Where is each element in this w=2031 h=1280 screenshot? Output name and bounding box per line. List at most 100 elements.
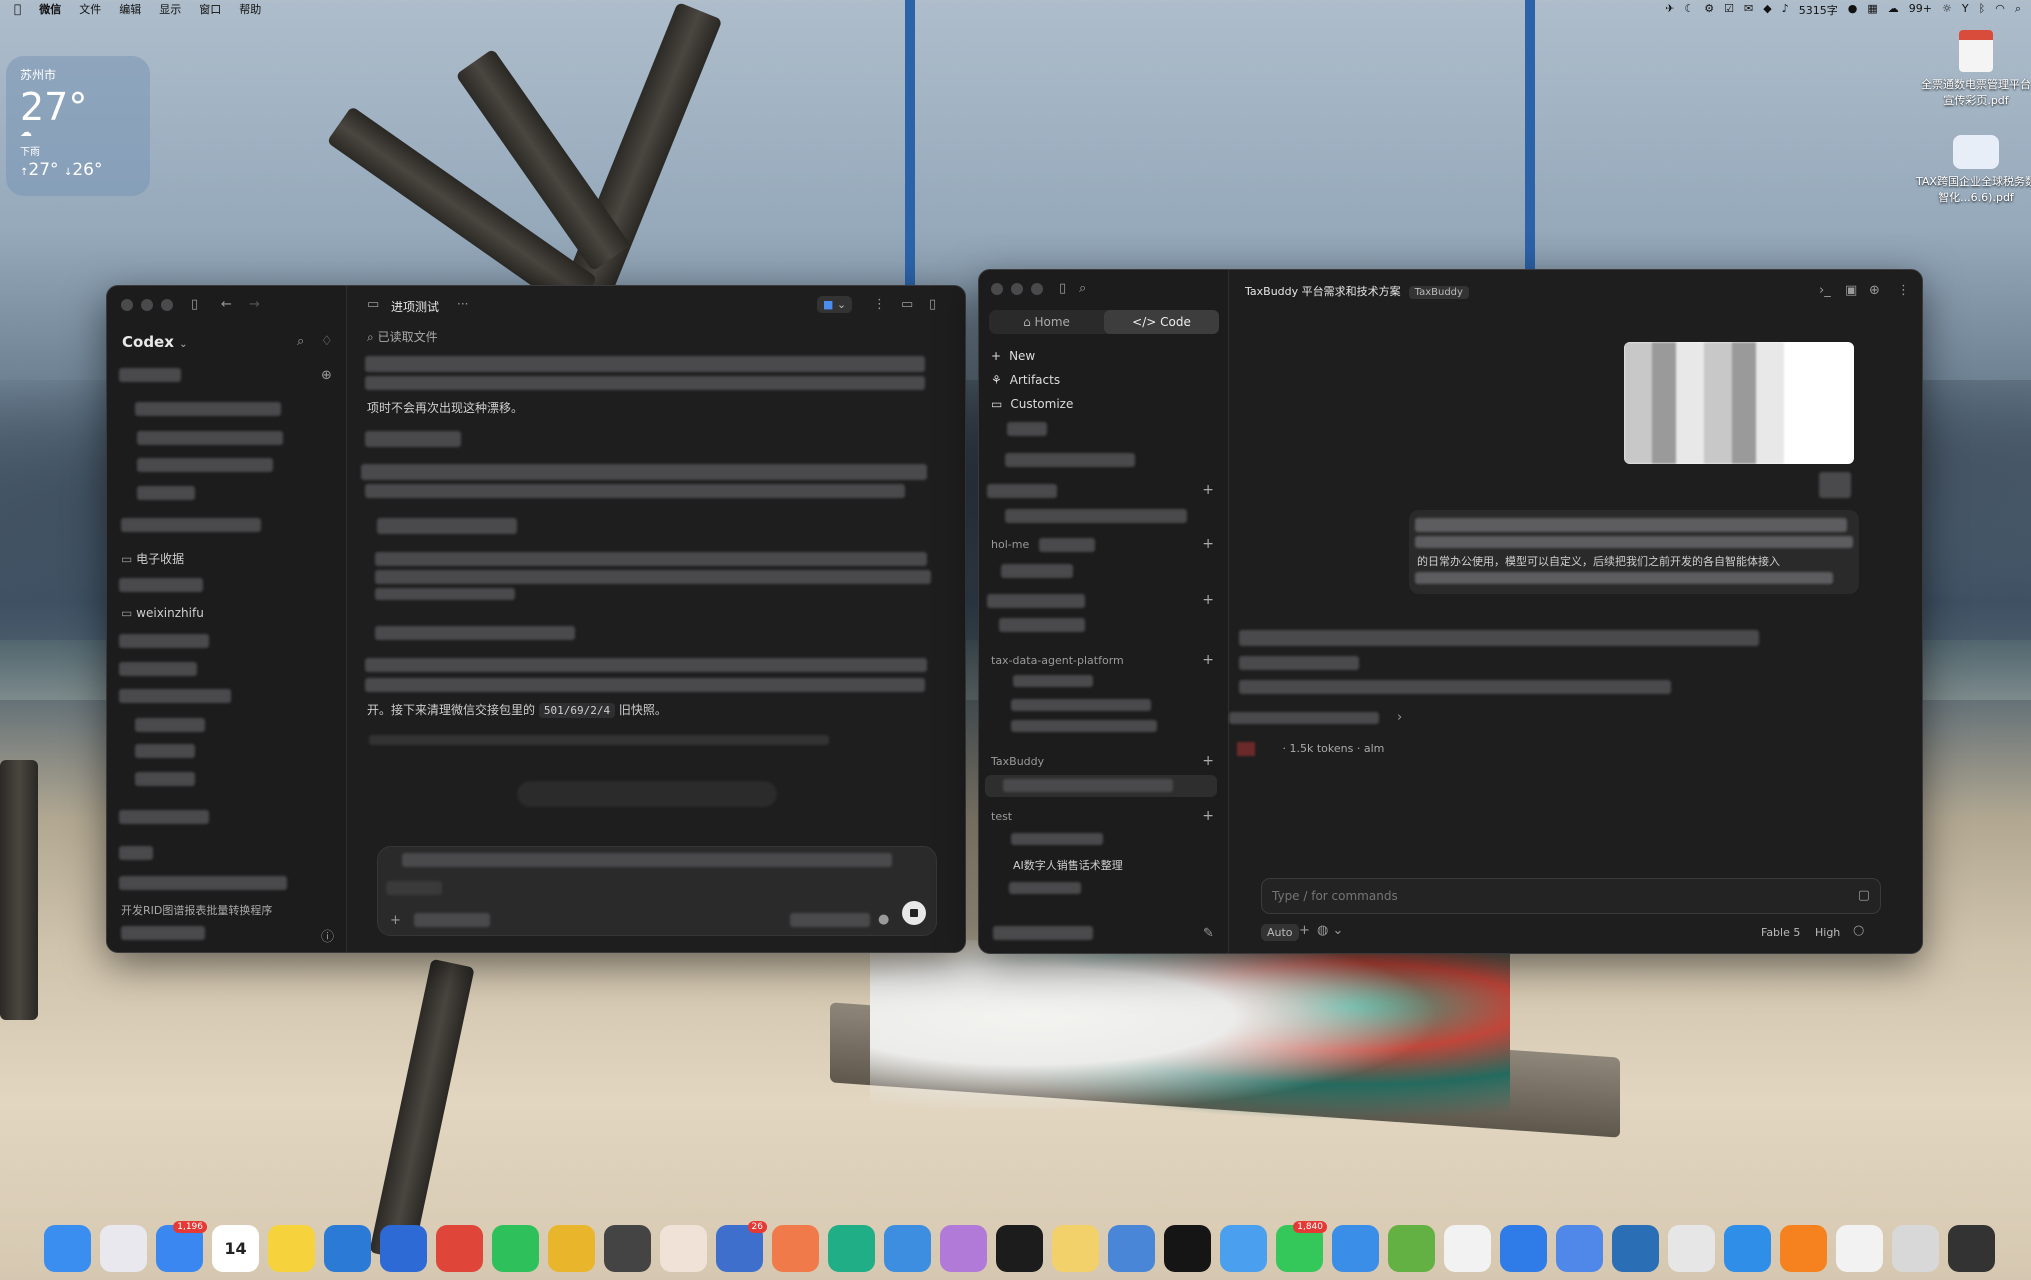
wechat-icon[interactable] xyxy=(492,1224,539,1272)
image-thumb[interactable] xyxy=(1819,472,1851,498)
sidebar-toggle-icon[interactable]: ▯ xyxy=(1059,281,1066,296)
mic-icon[interactable]: ◍ ⌄ xyxy=(1317,923,1343,938)
tiktok-icon[interactable]: ♪ xyxy=(1782,2,1789,18)
db-app-icon[interactable] xyxy=(1612,1224,1659,1272)
blue-app-icon[interactable] xyxy=(1108,1224,1155,1272)
forward-arrow-icon[interactable]: → xyxy=(249,297,260,312)
wifi-icon[interactable]: ◠ xyxy=(1995,2,2005,18)
mic-icon[interactable]: ● xyxy=(1848,2,1858,18)
nav-artifacts[interactable]: ⚘ Artifacts xyxy=(991,373,1060,387)
add-session-icon[interactable]: + xyxy=(1202,652,1214,668)
add-session-icon[interactable]: + xyxy=(1202,753,1214,769)
minimize-button[interactable] xyxy=(1011,283,1023,295)
thread-item[interactable] xyxy=(119,634,209,648)
diff-icon[interactable]: ⋮ xyxy=(873,297,886,312)
search-icon[interactable]: ⌕ xyxy=(297,334,304,349)
nav-customize[interactable]: ▭ Customize xyxy=(991,397,1073,411)
back-arrow-icon[interactable]: ← xyxy=(221,297,232,312)
terminal-icon[interactable]: ▭ xyxy=(901,297,913,312)
preview-1-icon[interactable] xyxy=(1836,1224,1883,1272)
wps-icon[interactable] xyxy=(436,1224,483,1272)
codex-composer[interactable]: + ● xyxy=(377,846,937,936)
notes-icon[interactable] xyxy=(268,1224,315,1272)
settings-icon[interactable]: ⚙ xyxy=(1704,2,1714,18)
bluetooth-icon[interactable]: ᛒ xyxy=(1979,2,1986,18)
thread-item[interactable] xyxy=(119,810,209,824)
command-input-field[interactable] xyxy=(1262,879,1822,913)
menu-help[interactable]: 帮助 xyxy=(239,1,261,17)
model-selector[interactable] xyxy=(414,913,490,927)
account-name[interactable] xyxy=(993,926,1093,940)
chevron-right-icon[interactable]: › xyxy=(1397,710,1402,725)
add-session-icon[interactable]: + xyxy=(1202,808,1214,824)
shield-icon[interactable]: ◆ xyxy=(1763,2,1771,18)
telegram-icon[interactable]: 26 xyxy=(716,1220,767,1272)
preview-3-icon[interactable] xyxy=(1948,1224,1995,1272)
account-name[interactable] xyxy=(121,926,205,940)
search-icon[interactable]: ⌕ xyxy=(2015,2,2021,18)
sidebar-toggle-icon[interactable]: ▯ xyxy=(191,297,198,312)
folder-weixinzhifu[interactable]: ▭ weixinzhifu xyxy=(121,606,204,620)
thread-item[interactable] xyxy=(135,402,281,416)
attached-image[interactable] xyxy=(1624,342,1854,464)
add-session-icon[interactable]: + xyxy=(1202,592,1214,608)
terminal-app-icon[interactable] xyxy=(1388,1224,1435,1272)
cloud-app-icon[interactable] xyxy=(1220,1224,1267,1272)
thread-title[interactable]: 进项测试 xyxy=(391,298,439,315)
yellow-app-icon[interactable] xyxy=(1052,1224,1099,1272)
preview-2-icon[interactable] xyxy=(1892,1224,1939,1272)
preview-icon[interactable]: ▣ xyxy=(1845,283,1857,298)
project-header[interactable] xyxy=(987,594,1085,608)
composer-text[interactable] xyxy=(386,881,442,895)
close-button[interactable] xyxy=(121,299,133,311)
thread-item[interactable] xyxy=(119,876,287,890)
zoom-button[interactable] xyxy=(161,299,173,311)
session-title[interactable]: TaxBuddy 平台需求和技术方案 xyxy=(1245,285,1401,298)
session-item[interactable] xyxy=(1005,453,1135,467)
weather-widget[interactable]: 苏州市 27° ☁ 下雨 ↑27° ↓26° xyxy=(6,56,150,196)
nav-new[interactable]: + New xyxy=(991,349,1035,363)
thread-item[interactable] xyxy=(135,772,195,786)
thread-item[interactable] xyxy=(119,368,181,382)
effort-selector[interactable]: High xyxy=(1815,926,1840,939)
chrome-icon[interactable] xyxy=(548,1224,595,1272)
chat-icon[interactable]: ✉ xyxy=(1744,2,1753,18)
session-item[interactable] xyxy=(1005,509,1187,523)
player-icon[interactable] xyxy=(1780,1224,1827,1272)
notification-badge[interactable]: 99+ xyxy=(1909,2,1932,18)
edit-icon[interactable]: ✎ xyxy=(1203,926,1214,941)
plus-icon[interactable]: + xyxy=(390,913,401,928)
checkbox-icon[interactable]: ☑ xyxy=(1724,2,1734,18)
thread-item[interactable] xyxy=(121,518,261,532)
dark-app-icon[interactable] xyxy=(996,1224,1043,1272)
section-hol-me[interactable]: hol-me xyxy=(991,538,1029,551)
thread-item[interactable] xyxy=(137,431,283,445)
search-icon[interactable]: ⌕ xyxy=(1079,281,1086,296)
project-badge[interactable]: TaxBuddy xyxy=(1408,286,1469,299)
close-button[interactable] xyxy=(991,283,1003,295)
menu-window[interactable]: 窗口 xyxy=(199,1,221,17)
session-item[interactable] xyxy=(1011,833,1103,845)
desktop-file-pdf-1[interactable]: 全票通数电票管理平台宣传彩页.pdf xyxy=(1916,30,2031,108)
thread-item[interactable] xyxy=(119,578,203,592)
black-app-icon[interactable] xyxy=(1164,1224,1211,1272)
stop-button[interactable] xyxy=(902,901,926,925)
doc-app-icon[interactable] xyxy=(1444,1224,1491,1272)
bird-app-icon[interactable] xyxy=(1556,1224,1603,1272)
session-item-active[interactable] xyxy=(985,775,1217,797)
finder-icon[interactable] xyxy=(44,1224,91,1272)
gem-app-icon[interactable] xyxy=(940,1224,987,1272)
cloud-icon[interactable]: ☁ xyxy=(1888,2,1899,18)
claude-window[interactable]: ▯ ⌕ ⌂ Home </> Code + New ⚘ Artifacts ▭ Cus… xyxy=(978,269,1923,954)
thread-item[interactable] xyxy=(119,662,197,676)
open-in-editor-button[interactable]: ■ ⌄ xyxy=(817,296,853,313)
chatgpt-icon[interactable] xyxy=(828,1224,875,1272)
thread-item[interactable] xyxy=(135,718,205,732)
ghost-app-icon[interactable] xyxy=(1668,1224,1715,1272)
globe-icon[interactable]: ⊕ xyxy=(1869,283,1880,298)
session-item[interactable] xyxy=(1013,675,1093,687)
section-taxbuddy[interactable]: TaxBuddy xyxy=(991,755,1044,768)
section-test[interactable]: test xyxy=(991,810,1012,823)
sidebar-footer-thread[interactable]: 开发RID图谱报表批量转换程序 xyxy=(121,902,272,918)
session-item[interactable] xyxy=(999,618,1085,632)
